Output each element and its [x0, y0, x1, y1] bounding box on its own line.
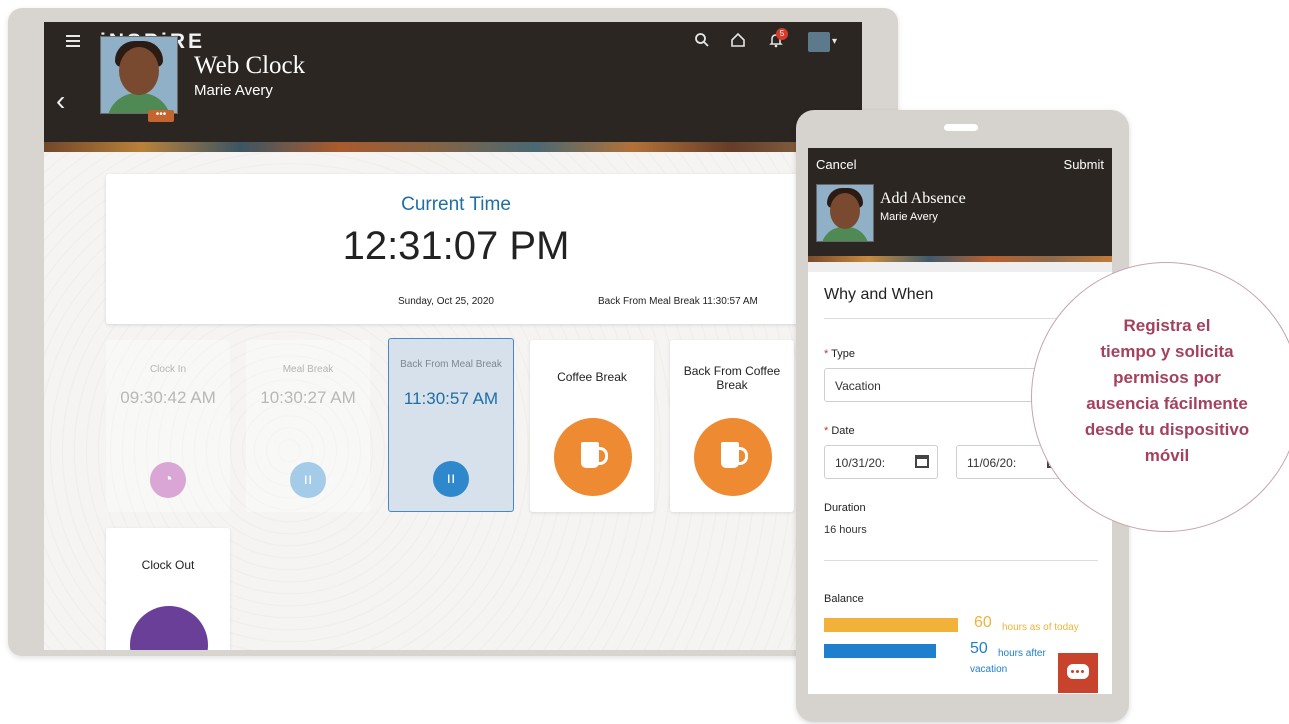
balance-label: Balance	[824, 593, 864, 605]
submit-button[interactable]: Submit	[1064, 157, 1104, 172]
current-time-card: Current Time 12:31:07 PM Sunday, Oct 25,…	[106, 174, 862, 324]
tablet-device: iNSPiRE 5 ▾ ‹ ••• Web Clock Marie Avery	[8, 8, 898, 656]
clock-out-tile[interactable]: Clock Out	[106, 528, 230, 650]
balance-today-bar	[824, 618, 958, 632]
fork-knife-icon: ıı	[290, 462, 326, 498]
callout-line: desde tu dispositivo	[1084, 420, 1250, 439]
employee-name: Marie Avery	[880, 211, 938, 223]
tile-time: 10:30:27 AM	[260, 388, 356, 407]
start-date-field[interactable]: 10/31/20:	[824, 445, 938, 479]
date-label: * Date	[824, 425, 855, 437]
meal-break-tile[interactable]: Meal Break 10:30:27 AM ıı	[246, 340, 370, 512]
tile-time: 09:30:42 AM	[120, 388, 216, 407]
end-date-value: 11/06/20:	[967, 456, 1017, 470]
duration-label: Duration	[824, 502, 866, 514]
employee-name: Marie Avery	[194, 82, 273, 99]
photo-more-button[interactable]: •••	[148, 110, 174, 122]
current-time-label: Current Time	[401, 194, 511, 215]
back-from-meal-break-tile[interactable]: Back From Meal Break 11:30:57 AM ıı	[388, 338, 514, 512]
coffee-break-tile[interactable]: Coffee Break	[530, 340, 654, 512]
current-time-value: 12:31:07 PM	[342, 224, 570, 268]
callout-line: permisos por	[1113, 368, 1221, 387]
duration-value: 16 hours	[824, 524, 867, 536]
back-arrow-icon[interactable]: ‹	[56, 86, 65, 116]
page-title: Add Absence	[880, 190, 966, 207]
page-header: ‹ ••• Web Clock Marie Avery	[44, 36, 862, 152]
search-icon[interactable]	[692, 32, 712, 52]
callout-line: ausencia fácilmente	[1086, 394, 1248, 413]
chat-button[interactable]	[1058, 653, 1098, 693]
coffee-cup-icon	[694, 418, 772, 496]
notification-count-badge: 5	[776, 28, 788, 40]
balance-today-value: 60	[974, 614, 992, 631]
callout-line: móvil	[1144, 446, 1190, 465]
chevron-down-icon[interactable]: ▾	[832, 36, 837, 47]
menu-icon[interactable]	[66, 35, 80, 47]
section-title: Why and When	[824, 286, 934, 303]
balance-today-text: hours as of today	[1002, 622, 1079, 633]
balance-after-text-2: vacation	[970, 664, 1008, 675]
date-label-text: Date	[831, 425, 855, 437]
promo-callout: Registra el tiempo y solicita permisos p…	[1031, 262, 1289, 532]
web-clock-screen: iNSPiRE 5 ▾ ‹ ••• Web Clock Marie Avery	[44, 22, 862, 650]
tile-label: Clock In	[149, 364, 187, 375]
callout-line: Registra el	[1123, 316, 1211, 335]
back-from-coffee-break-tile[interactable]: Back From Coffee Break	[670, 340, 794, 512]
tile-label: Coffee Break	[557, 370, 627, 384]
required-marker: *	[824, 425, 829, 437]
clock-content: Current Time 12:31:07 PM Sunday, Oct 25,…	[44, 152, 862, 650]
phone-speaker	[944, 124, 978, 131]
employee-photo	[816, 184, 874, 242]
calendar-icon[interactable]	[915, 455, 929, 468]
balance-after-bar	[824, 644, 936, 658]
last-event: Back From Meal Break 11:30:57 AM	[598, 296, 758, 307]
current-date: Sunday, Oct 25, 2020	[398, 296, 494, 307]
clock-in-tile[interactable]: Clock In 09:30:42 AM ◔	[106, 340, 230, 512]
tile-label: Clock Out	[141, 558, 195, 572]
fork-knife-icon: ıı	[433, 461, 469, 497]
start-date-value: 10/31/20:	[835, 456, 886, 470]
absence-header: Cancel Submit Add Absence Marie Avery	[808, 148, 1112, 262]
tile-time: 11:30:57 AM	[403, 389, 499, 408]
page-title: Web Clock	[194, 52, 306, 79]
type-select[interactable]: Vacation	[824, 368, 1064, 402]
coffee-cup-icon	[554, 418, 632, 496]
tile-label: Meal Break	[282, 364, 334, 375]
user-avatar[interactable]	[808, 32, 830, 52]
clock-icon	[130, 606, 208, 650]
header-spacer	[808, 262, 1112, 272]
tile-label: Back From Coffee Break	[683, 364, 781, 392]
cancel-button[interactable]: Cancel	[816, 157, 856, 172]
type-label: * Type	[824, 348, 855, 360]
clock-check-icon: ◔	[150, 462, 186, 498]
required-marker: *	[824, 348, 829, 360]
callout-text: Registra el tiempo y solicita permisos p…	[1056, 313, 1278, 469]
callout-line: tiempo y solicita	[1100, 342, 1234, 361]
balance-after-value: 50	[970, 640, 988, 657]
balance-after-text: hours after	[998, 648, 1046, 659]
home-icon[interactable]	[728, 32, 748, 52]
tile-label: Back From Meal Break	[400, 359, 502, 370]
divider	[824, 560, 1098, 561]
type-label-text: Type	[831, 348, 855, 360]
header-pattern	[44, 142, 862, 152]
employee-photo	[100, 36, 178, 114]
chat-icon	[1067, 664, 1089, 679]
